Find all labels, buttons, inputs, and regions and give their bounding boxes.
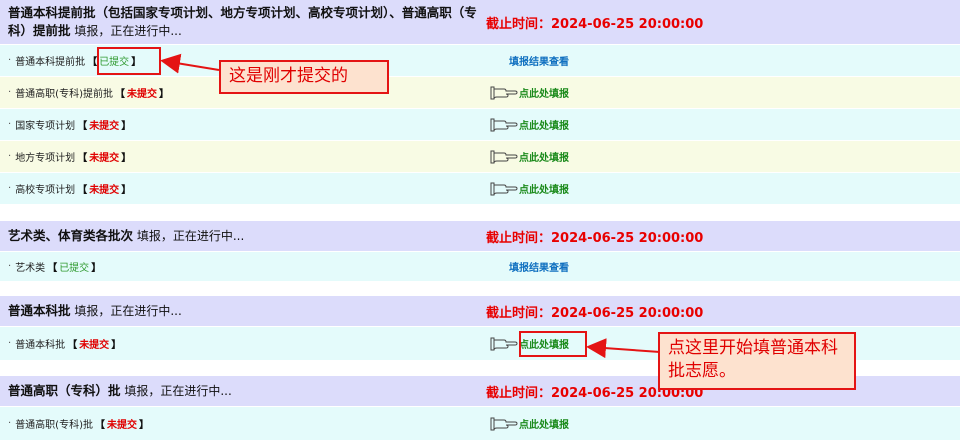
arrow-to-submitted	[160, 53, 220, 74]
callout-submitted: 这是刚才提交的	[219, 60, 389, 94]
arrow-to-fill-link	[586, 338, 661, 359]
callout-start-filling: 点这里开始填普通本科批志愿。	[658, 332, 856, 390]
